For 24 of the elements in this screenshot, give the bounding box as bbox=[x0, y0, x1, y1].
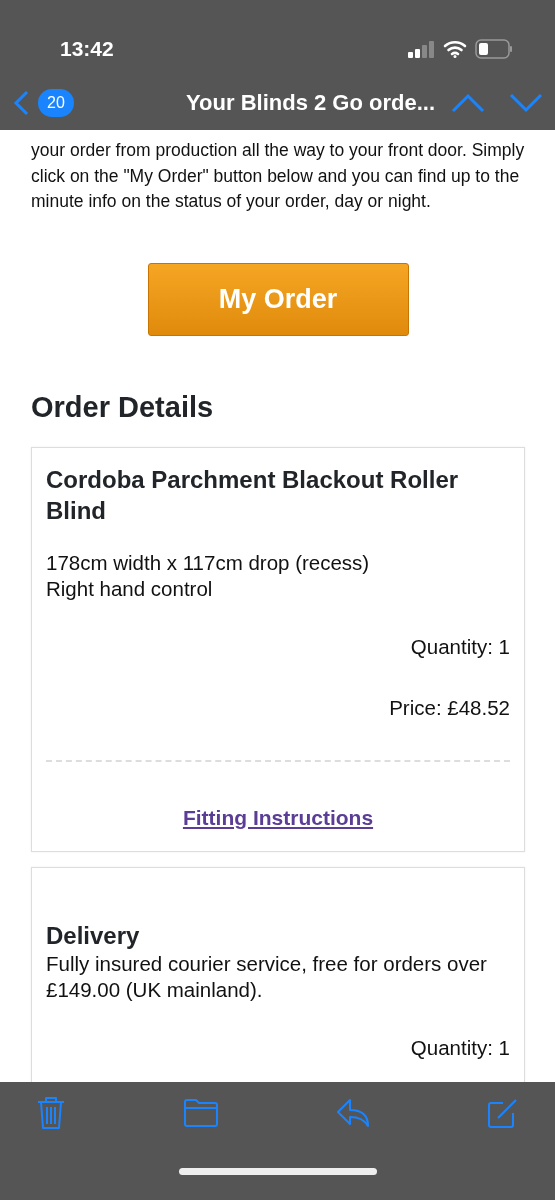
next-icon[interactable] bbox=[509, 92, 543, 113]
back-icon[interactable] bbox=[12, 89, 30, 116]
battery-icon bbox=[475, 38, 513, 59]
fitting-instructions-link[interactable]: Fitting Instructions bbox=[182, 805, 374, 829]
compose-icon[interactable] bbox=[487, 1097, 519, 1129]
section-heading: Order Details bbox=[31, 389, 215, 425]
item-price: Price: £48.52 bbox=[388, 694, 510, 721]
item-quantity: Quantity: 1 bbox=[409, 1035, 510, 1061]
wifi-icon bbox=[443, 39, 467, 58]
trash-icon[interactable] bbox=[36, 1096, 66, 1130]
unread-count: 20 bbox=[38, 88, 74, 117]
item-name: Cordoba Parchment Blackout Roller Blind bbox=[46, 465, 460, 526]
signal-icon bbox=[407, 39, 435, 58]
previous-icon[interactable] bbox=[451, 92, 485, 113]
item-name: Delivery bbox=[46, 921, 141, 951]
status-time: 13:42 bbox=[60, 35, 114, 62]
item-detail: 178cm width x 117cm drop (recess) bbox=[46, 550, 371, 576]
message-title: Your Blinds 2 Go orde... bbox=[186, 89, 435, 117]
item-detail: Fully insured courier service, free for orders over £149.00 (UK mainland). bbox=[46, 951, 488, 1003]
folder-icon[interactable] bbox=[183, 1098, 219, 1128]
intro-paragraph: your order from production all the way to your front door. Simply click on the "My Order" button below and you can find up to the minute info on the status of your order, day or night. bbox=[31, 139, 525, 213]
item-quantity: Quantity: 1 bbox=[409, 634, 510, 660]
item-detail: Right hand control bbox=[46, 576, 214, 602]
reply-icon[interactable] bbox=[336, 1098, 370, 1128]
